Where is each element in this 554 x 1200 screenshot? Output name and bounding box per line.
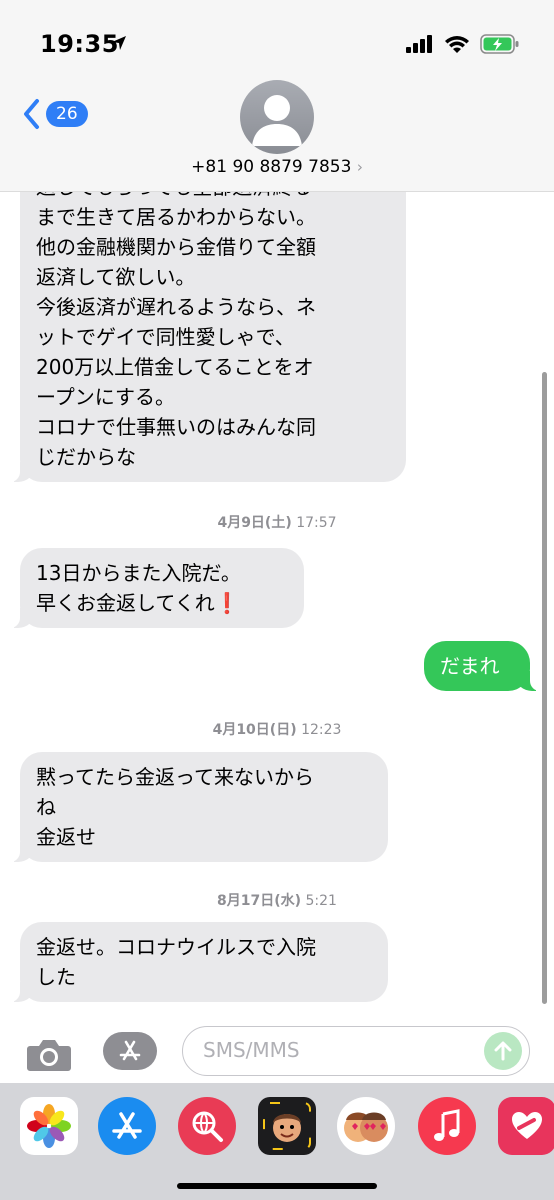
message-line: 今後返済が遅れるようなら、ネ bbox=[36, 295, 316, 319]
message-line: 金返せ bbox=[36, 825, 96, 849]
message-line: 13日からまた入院だ。 bbox=[36, 561, 241, 585]
message-line: 200万以上借金してることをオ bbox=[36, 355, 314, 379]
contact-name[interactable]: +81 90 8879 7853 › bbox=[0, 157, 554, 177]
globe-search-icon bbox=[192, 1111, 223, 1142]
scrollbar[interactable] bbox=[542, 372, 547, 1004]
message-line: 他の金融機関から金借りて全額 bbox=[36, 235, 316, 259]
message-line: ープンにする。 bbox=[36, 385, 175, 409]
send-button[interactable] bbox=[484, 1032, 522, 1070]
message-line: した bbox=[36, 965, 76, 989]
bubble-tail bbox=[4, 982, 34, 1002]
memoji-icon[interactable] bbox=[258, 1097, 316, 1155]
timestamp: 4月10日(日) 12:23 bbox=[0, 719, 554, 739]
sticker-faces-icon bbox=[344, 1112, 388, 1142]
chevron-left-icon bbox=[24, 99, 39, 129]
timestamp-time: 17:57 bbox=[296, 515, 337, 531]
message-line: だまれ bbox=[440, 654, 500, 678]
timestamp: 4月9日(土) 17:57 bbox=[0, 512, 554, 532]
status-time: 19:35 bbox=[40, 30, 119, 58]
wifi-icon bbox=[445, 35, 469, 53]
conversation-header: 19:35 26 +81 90 8879 7853 › bbox=[0, 0, 554, 192]
app-store-icon[interactable] bbox=[98, 1097, 156, 1155]
memoji-stickers-icon[interactable] bbox=[337, 1097, 395, 1155]
message-line: 早くお金返してくれ❗ bbox=[36, 591, 240, 615]
message-input[interactable]: SMS/MMS bbox=[182, 1026, 530, 1076]
message-line: ットでゲイで同性愛しゃで、 bbox=[36, 325, 295, 349]
received-message[interactable]: 返してもらっても全部返済終る まで生きて居るかわからない。 他の金融機関から金借… bbox=[4, 166, 406, 482]
message-line: 金返せ。コロナウイルスで入院 bbox=[36, 935, 316, 959]
cellular-signal-icon bbox=[406, 35, 432, 53]
camera-icon[interactable] bbox=[26, 1038, 72, 1072]
contact-avatar[interactable] bbox=[240, 80, 314, 154]
unread-count-badge: 26 bbox=[46, 101, 88, 127]
person-icon bbox=[252, 95, 302, 146]
bubble-tail bbox=[4, 842, 34, 862]
timestamp-date: 8月17日(水) bbox=[217, 893, 302, 909]
sent-message[interactable]: だまれ bbox=[424, 641, 546, 691]
app-store-glyph bbox=[112, 1112, 142, 1139]
photos-icon[interactable] bbox=[20, 1097, 78, 1155]
back-button[interactable]: 26 bbox=[22, 98, 88, 130]
received-message[interactable]: 金返せ。コロナウイルスで入院 した bbox=[4, 922, 388, 1002]
music-note-icon bbox=[434, 1109, 460, 1141]
status-icons bbox=[406, 34, 520, 54]
message-line: まで生きて居るかわからない。 bbox=[36, 205, 316, 229]
timestamp-date: 4月9日(土) bbox=[217, 515, 292, 531]
timestamp-time: 12:23 bbox=[301, 722, 342, 738]
heart-icon bbox=[512, 1112, 542, 1139]
received-message[interactable]: 13日からまた入院だ。 早くお金返してくれ❗ bbox=[4, 548, 304, 628]
heart-app-icon[interactable] bbox=[498, 1097, 554, 1155]
home-indicator[interactable] bbox=[177, 1183, 377, 1189]
timestamp: 8月17日(水) 5:21 bbox=[0, 890, 554, 910]
timestamp-date: 4月10日(日) bbox=[212, 722, 297, 738]
chevron-right-icon: › bbox=[356, 158, 363, 176]
arrow-up-icon bbox=[494, 1041, 512, 1061]
message-line: コロナで仕事無いのはみんな同 bbox=[36, 415, 316, 439]
app-store-icon bbox=[119, 1040, 141, 1061]
contact-number: +81 90 8879 7853 bbox=[191, 157, 352, 177]
message-line: ね bbox=[36, 795, 56, 819]
message-line: 返済して欲しい。 bbox=[36, 265, 196, 289]
bubble-tail bbox=[4, 608, 34, 628]
battery-charging-icon bbox=[480, 34, 519, 54]
message-line: じだからな bbox=[36, 445, 136, 469]
compose-bar: SMS/MMS bbox=[0, 1024, 554, 1084]
bubble-tail bbox=[4, 462, 34, 482]
bubble-tail bbox=[516, 671, 546, 691]
music-icon[interactable] bbox=[418, 1097, 476, 1155]
timestamp-time: 5:21 bbox=[305, 893, 337, 909]
app-store-button[interactable] bbox=[103, 1032, 157, 1070]
photos-flower-icon bbox=[27, 1104, 71, 1148]
memoji-face-icon bbox=[263, 1102, 311, 1150]
message-line: 黙ってたら金返って来ないから bbox=[36, 765, 314, 789]
search-web-icon[interactable] bbox=[178, 1097, 236, 1155]
location-arrow-icon bbox=[112, 36, 126, 50]
received-message[interactable]: 黙ってたら金返って来ないから ね 金返せ bbox=[4, 752, 388, 862]
